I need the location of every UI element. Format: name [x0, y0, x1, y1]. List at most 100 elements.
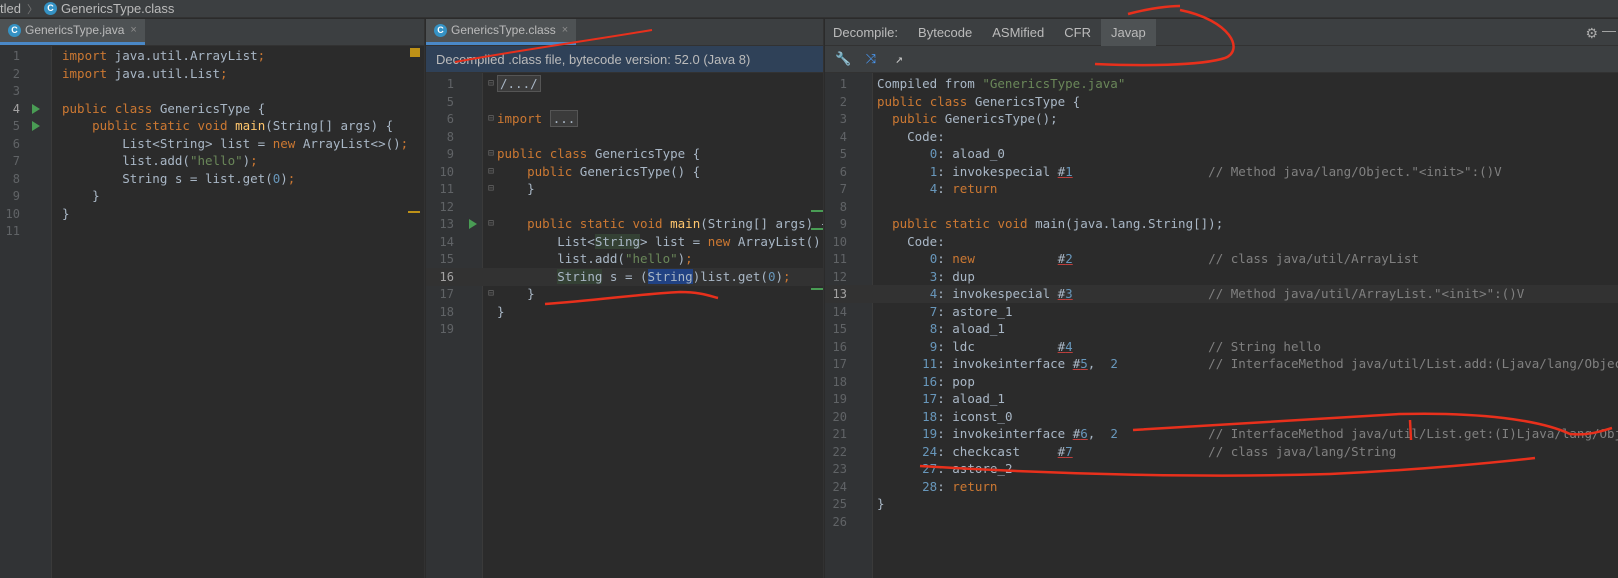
code-line[interactable]: 10}: [0, 205, 424, 223]
code-line[interactable]: 12: [426, 198, 823, 216]
line-number: 9: [12, 189, 20, 203]
code-line[interactable]: 11: [0, 222, 424, 240]
line-number: 10: [439, 164, 454, 179]
code-text: 8: aload_1: [929, 321, 1005, 336]
fold-marker-icon[interactable]: ⊟: [488, 163, 494, 181]
run-icon[interactable]: [32, 103, 40, 114]
external-link-icon[interactable]: ↗: [891, 52, 907, 67]
code-line[interactable]: 3 public GenericsType();: [825, 110, 1618, 128]
code-line[interactable]: 10 Code:: [825, 233, 1618, 251]
close-icon[interactable]: ×: [562, 24, 568, 36]
code-line[interactable]: 17 11: invokeinterface #5, 2 // Interfac…: [825, 355, 1618, 373]
code-line[interactable]: 18 16: pop: [825, 373, 1618, 391]
line-number: 12: [832, 269, 847, 284]
code-line[interactable]: 12 3: dup: [825, 268, 1618, 286]
line-number: 11: [5, 224, 20, 238]
code-line[interactable]: 11 0: new #2 // class java/util/ArrayLis…: [825, 250, 1618, 268]
close-icon[interactable]: ×: [130, 24, 136, 36]
line-number: 13: [832, 287, 847, 301]
code-line[interactable]: 16 String s = (String)list.get(0);: [426, 267, 823, 286]
code-line[interactable]: 8 String s = list.get(0);: [0, 170, 424, 188]
code-line[interactable]: 22 24: checkcast #7 // class java/lang/S…: [825, 443, 1618, 461]
code-line[interactable]: 6 List<String> list = new ArrayList<>();: [0, 135, 424, 153]
code-line[interactable]: 4 Code:: [825, 128, 1618, 146]
javap-code-area[interactable]: 1 Compiled from "GenericsType.java" 2 publi…: [825, 73, 1618, 578]
breadcrumb: tled 〉 C GenericsType.class: [0, 0, 1618, 18]
code-line[interactable]: 19: [426, 320, 823, 338]
code-line[interactable]: 14 7: astore_1: [825, 303, 1618, 321]
code-line[interactable]: 1 ⊟/.../: [426, 75, 823, 93]
code-line[interactable]: 2 public class GenericsType {: [825, 93, 1618, 111]
code-line[interactable]: 2 import java.util.List;: [0, 65, 424, 83]
code-line[interactable]: 13 ⊟ public static void main(String[] arg…: [426, 215, 823, 233]
code-line[interactable]: 24 28: return: [825, 478, 1618, 496]
line-number: 3: [12, 84, 20, 98]
code-line[interactable]: 21 19: invokeinterface #6, 2 // Interfac…: [825, 425, 1618, 443]
run-icon[interactable]: [32, 121, 40, 131]
line-number: 8: [839, 199, 847, 214]
fold-marker-icon[interactable]: ⊟: [488, 215, 494, 233]
code-text: 4: invokespecial #3 // Method java/util/…: [929, 286, 1525, 301]
code-text: import ...: [497, 110, 579, 128]
run-icon[interactable]: [469, 219, 477, 229]
line-number: 23: [832, 462, 847, 476]
line-number: 2: [12, 66, 20, 81]
fold-marker-icon[interactable]: ⊟: [488, 75, 494, 93]
code-line[interactable]: 9 public static void main(java.lang.Stri…: [825, 215, 1618, 233]
code-line[interactable]: 26: [825, 513, 1618, 531]
fold-marker-icon[interactable]: ⊟: [488, 145, 494, 163]
tab-genericstype-class[interactable]: C GenericsType.class ×: [426, 19, 577, 45]
fold-marker-icon[interactable]: ⊟: [488, 180, 494, 198]
code-line[interactable]: 16 9: ldc #4 // String hello: [825, 338, 1618, 356]
code-line[interactable]: 18}: [426, 303, 823, 321]
fold-marker-icon[interactable]: ⊟: [488, 285, 494, 303]
code-line[interactable]: 11 ⊟ }: [426, 180, 823, 198]
pin-icon[interactable]: ⤨: [863, 52, 879, 67]
code-line[interactable]: 4 public class GenericsType {: [0, 100, 424, 118]
line-number: 11: [439, 182, 454, 196]
code-line[interactable]: 7 4: return: [825, 180, 1618, 198]
tab-cfr[interactable]: CFR: [1054, 19, 1101, 46]
tab-javap[interactable]: Javap: [1100, 19, 1156, 46]
tab-asmified[interactable]: ASMified: [982, 19, 1054, 46]
breadcrumb-project[interactable]: tled: [0, 1, 21, 16]
code-text: }: [497, 181, 535, 196]
line-number: 18: [832, 374, 847, 389]
source-code-area[interactable]: 1 import java.util.ArrayList; 2 import java…: [0, 46, 424, 578]
code-line[interactable]: 5 public static void main(String[] args)…: [0, 117, 424, 135]
code-line[interactable]: 25}: [825, 495, 1618, 513]
line-number: 16: [832, 339, 847, 354]
code-line[interactable]: 1 Compiled from "GenericsType.java": [825, 75, 1618, 93]
code-line[interactable]: 5 0: aload_0: [825, 145, 1618, 163]
code-line[interactable]: 7 list.add("hello");: [0, 152, 424, 170]
code-line[interactable]: 1 import java.util.ArrayList;: [0, 47, 424, 65]
wrench-icon[interactable]: 🔧: [835, 52, 851, 67]
code-line[interactable]: 6 ⊟ import ...: [426, 110, 823, 128]
code-line[interactable]: 19 17: aload_1: [825, 390, 1618, 408]
code-line[interactable]: 13 4: invokespecial #3 // Method java/ut…: [825, 285, 1618, 303]
code-line[interactable]: 23 27: astore_2: [825, 460, 1618, 478]
code-line[interactable]: 17 ⊟ }: [426, 285, 823, 303]
code-line[interactable]: 15 8: aload_1: [825, 320, 1618, 338]
gear-icon[interactable]: ⚙: [1585, 25, 1598, 42]
tab-genericstype-java[interactable]: C GenericsType.java ×: [0, 19, 145, 45]
code-line[interactable]: 9 ⊟ public class GenericsType {: [426, 145, 823, 163]
code-text: 1: invokespecial #1 // Method java/lang/…: [929, 163, 1502, 179]
code-line[interactable]: 8: [426, 128, 823, 146]
code-line[interactable]: 10 ⊟ public GenericsType() {: [426, 163, 823, 181]
code-line[interactable]: 20 18: iconst_0: [825, 408, 1618, 426]
code-line[interactable]: 14 List<String> list = new ArrayList();: [426, 233, 823, 251]
tab-bytecode[interactable]: Bytecode: [908, 19, 982, 46]
decompiled-code-area[interactable]: 1 ⊟/.../5 6 ⊟ import ... 8 9 ⊟ public class Gene…: [426, 73, 823, 578]
fold-marker-icon[interactable]: ⊟: [488, 110, 494, 128]
code-text: List<String> list = new ArrayList<>();: [62, 135, 409, 151]
code-line[interactable]: 5: [426, 93, 823, 111]
breadcrumb-file[interactable]: GenericsType.class: [61, 1, 174, 16]
code-line[interactable]: 8: [825, 198, 1618, 216]
warning-marker[interactable]: [410, 48, 420, 57]
minimize-icon[interactable]: —: [1602, 22, 1616, 38]
code-line[interactable]: 3: [0, 82, 424, 100]
code-line[interactable]: 6 1: invokespecial #1 // Method java/lan…: [825, 163, 1618, 181]
code-line[interactable]: 15 list.add("hello");: [426, 250, 823, 268]
code-line[interactable]: 9 }: [0, 187, 424, 205]
